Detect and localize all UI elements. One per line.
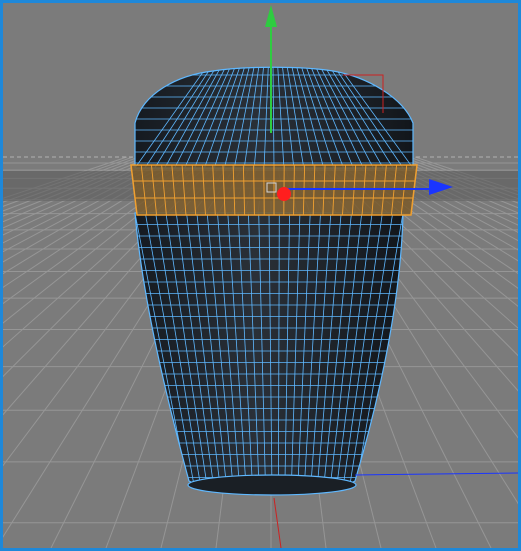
mesh-bottom-rim: [187, 474, 357, 496]
gizmo-center-handle[interactable]: [277, 187, 291, 201]
viewport-canvas[interactable]: [3, 3, 518, 548]
3d-viewport[interactable]: [0, 0, 521, 551]
